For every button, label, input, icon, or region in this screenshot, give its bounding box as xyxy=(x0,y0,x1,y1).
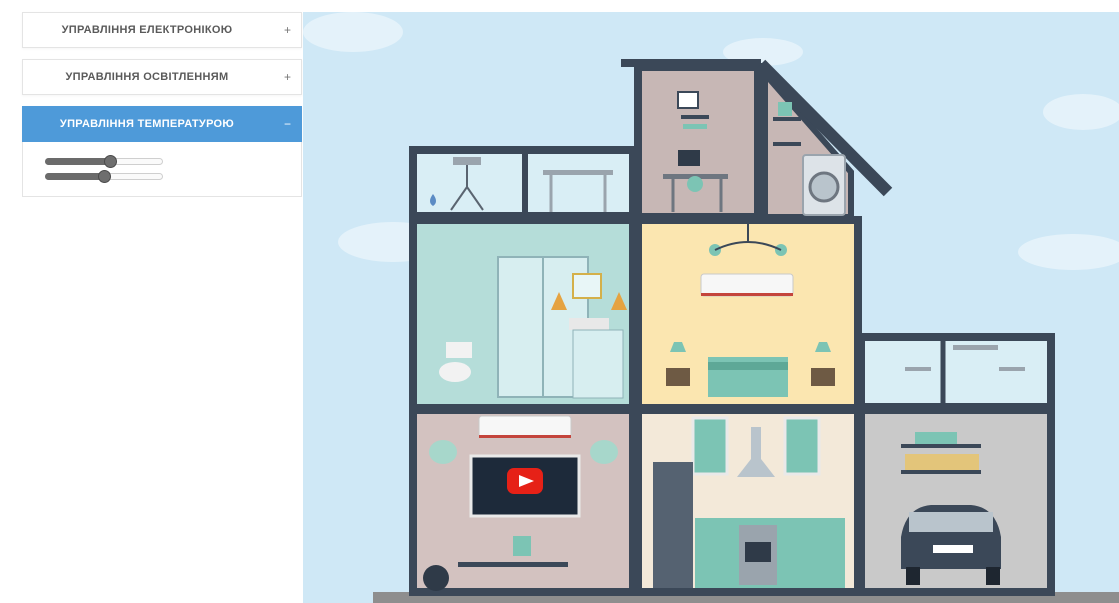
menu-lighting[interactable]: УПРАВЛІННЯ ОСВІТЛЕННЯМ + xyxy=(22,59,302,95)
shower-head xyxy=(453,157,481,165)
bedroom xyxy=(634,216,862,412)
pendant-lamp xyxy=(429,440,457,464)
menu-electronics-label: УПРАВЛІННЯ ЕЛЕКТРОНІКОЮ xyxy=(61,24,233,36)
slider-handle[interactable] xyxy=(98,170,111,183)
sink xyxy=(569,318,609,330)
air-conditioner xyxy=(478,415,572,439)
nightstand xyxy=(666,368,690,386)
pendant-lamp xyxy=(590,440,618,464)
picture-frame xyxy=(677,91,699,109)
refrigerator xyxy=(653,462,693,588)
plus-icon[interactable]: + xyxy=(284,13,291,47)
slider-handle[interactable] xyxy=(104,155,117,168)
temperature-slider-2[interactable] xyxy=(45,170,163,183)
plus-icon[interactable]: + xyxy=(284,60,291,94)
bathroom xyxy=(409,216,637,412)
air-conditioner xyxy=(700,273,794,297)
control-sidebar: УПРАВЛІННЯ ЕЛЕКТРОНІКОЮ + УПРАВЛІННЯ ОСВ… xyxy=(22,12,302,197)
mirror xyxy=(572,273,602,299)
menu-electronics[interactable]: УПРАВЛІННЯ ЕЛЕКТРОНІКОЮ + xyxy=(22,12,302,48)
minus-icon[interactable]: − xyxy=(284,107,291,141)
monitor xyxy=(678,150,700,166)
roof-terrace xyxy=(409,146,637,220)
cloud xyxy=(303,12,403,52)
garage xyxy=(857,406,1055,596)
kitchen-window xyxy=(691,416,729,476)
balcony xyxy=(857,333,1055,411)
table xyxy=(543,170,613,175)
temperature-slider-1[interactable] xyxy=(45,155,163,168)
menu-lighting-label: УПРАВЛІННЯ ОСВІТЛЕННЯМ xyxy=(65,71,229,83)
robot-vacuum xyxy=(423,565,449,591)
living-room xyxy=(409,406,637,596)
kitchen xyxy=(634,406,862,596)
menu-temperature[interactable]: УПРАВЛІННЯ ТЕМПЕРАТУРОЮ − xyxy=(22,106,302,142)
office-chair xyxy=(687,176,703,192)
kitchen-window xyxy=(783,416,821,476)
toilet-tank xyxy=(446,342,472,358)
slider-fill xyxy=(45,158,110,165)
nightstand xyxy=(811,368,835,386)
temperature-panel xyxy=(22,142,302,197)
toilet xyxy=(439,362,471,382)
tower xyxy=(621,59,762,221)
menu-temperature-label: УПРАВЛІННЯ ТЕМПЕРАТУРОЮ xyxy=(59,118,235,130)
slider-fill xyxy=(45,173,104,180)
smart-house-scene xyxy=(303,12,1119,603)
